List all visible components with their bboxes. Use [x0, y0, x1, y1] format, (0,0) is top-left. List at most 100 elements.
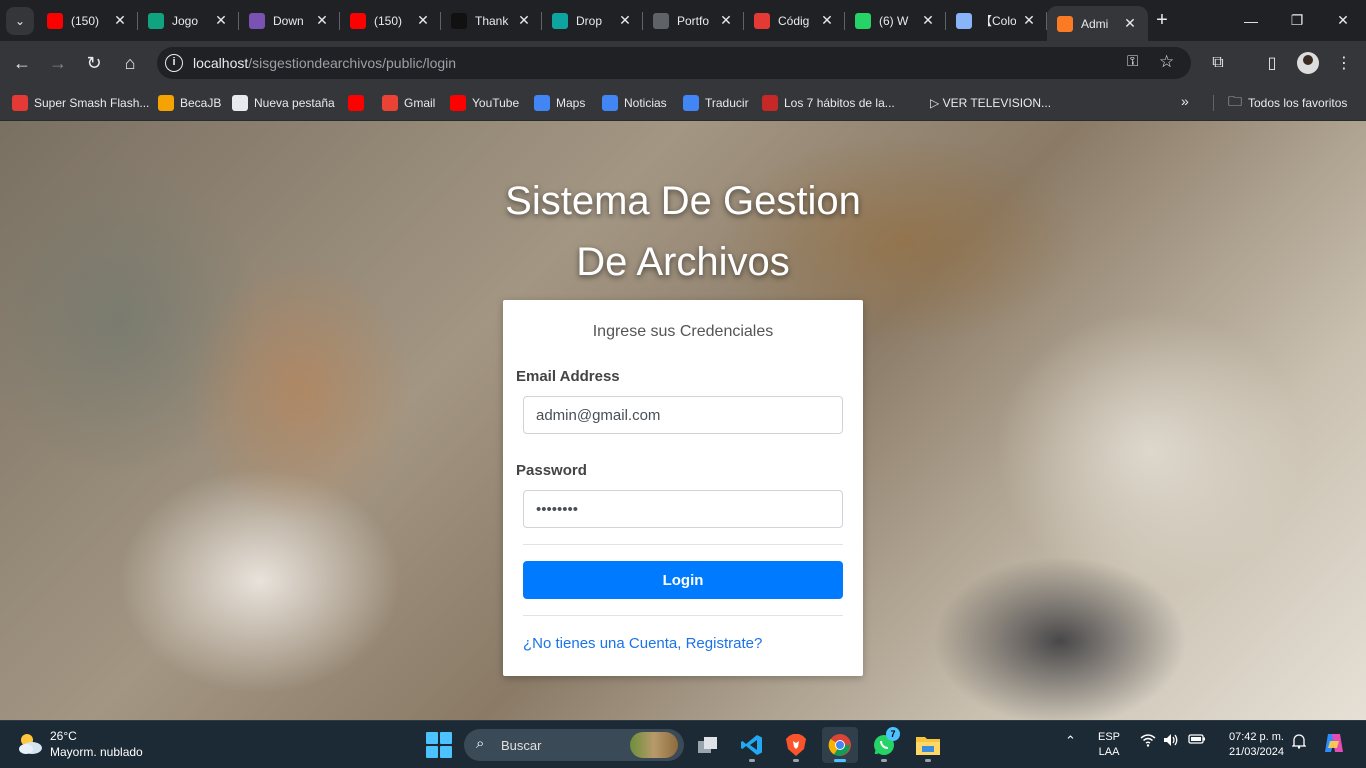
chrome-icon[interactable] [822, 727, 858, 763]
bookmark-item[interactable]: YouTube [450, 93, 519, 113]
menu-kebab-icon[interactable]: ⋮ [1330, 49, 1358, 77]
key-icon[interactable]: ⚿ [1127, 53, 1138, 70]
bookmark-item[interactable]: Noticias [602, 93, 667, 113]
password-field[interactable] [523, 490, 843, 528]
bookmark-item[interactable]: Nueva pestaña [232, 93, 335, 113]
taskbar-search[interactable]: ⌕ Buscar [464, 729, 684, 761]
browser-tab[interactable]: Thank ✕ [441, 0, 542, 41]
bookmark-item[interactable]: Super Smash Flash... [12, 93, 149, 113]
whatsapp-icon [855, 12, 871, 29]
whatsapp-icon[interactable]: 7 [866, 727, 902, 763]
email-field[interactable] [523, 396, 843, 434]
chatgpt-icon [148, 12, 164, 29]
tab-title: Drop [576, 13, 603, 28]
address-bar[interactable]: i localhost/sisgestiondearchivos/public/… [157, 47, 1191, 79]
weather-cloud-icon[interactable] [16, 731, 44, 757]
close-icon[interactable]: ✕ [516, 12, 532, 29]
browser-tab[interactable]: Drop ✕ [542, 0, 643, 41]
close-icon[interactable]: ✕ [112, 12, 128, 29]
language-indicator[interactable]: ESP LAA [1098, 730, 1120, 760]
site-info-icon[interactable]: i [165, 54, 183, 72]
register-link[interactable]: ¿No tienes una Cuenta, Registrate? [523, 635, 762, 652]
login-button[interactable]: Login [523, 561, 843, 599]
side-panel-icon[interactable]: ▯ [1258, 49, 1286, 77]
search-icon: ⌕ [476, 735, 485, 752]
weather-temperature[interactable]: 26°C [50, 729, 77, 743]
bookmark-item[interactable]: Traducir [683, 93, 749, 113]
browser-tab[interactable]: Jogo ✕ [138, 0, 239, 41]
browser-tab[interactable]: Portfo ✕ [643, 0, 744, 41]
close-icon[interactable]: ✕ [314, 12, 330, 29]
vscode-icon[interactable] [734, 727, 770, 763]
clock-time: 07:42 p. m. [1228, 731, 1284, 743]
weather-description[interactable]: Mayorm. nublado [50, 745, 143, 759]
bookmark-label: Los 7 hábitos de la... [784, 96, 895, 110]
bookmark-item[interactable]: Maps [534, 93, 585, 113]
youtube-icon [47, 12, 63, 29]
bookmark-label: Traducir [705, 96, 749, 110]
show-hidden-icons[interactable]: ⌃ [1065, 733, 1076, 749]
page-title-line1: Sistema De Gestion [505, 179, 861, 223]
bookmark-item[interactable]: Gmail [382, 93, 435, 113]
copilot-icon[interactable] [1322, 731, 1346, 758]
all-bookmarks-label: Todos los favoritos [1248, 96, 1348, 110]
bookmark-label: ▷ VER TELEVISION... [930, 96, 1052, 110]
tab-title: Admi [1081, 16, 1109, 31]
close-icon[interactable]: ✕ [213, 12, 229, 29]
browser-tab[interactable]: 【Colo ✕ [946, 0, 1047, 41]
reload-button[interactable]: ↻ [80, 49, 108, 77]
becajb-icon [158, 95, 174, 111]
url-text[interactable]: localhost/sisgestiondearchivos/public/lo… [193, 55, 456, 71]
record-icon [754, 12, 770, 29]
close-icon[interactable]: ✕ [920, 12, 936, 29]
close-icon[interactable]: ✕ [617, 12, 633, 29]
battery-icon[interactable] [1188, 733, 1206, 748]
bookmark-label: Super Smash Flash... [34, 96, 150, 110]
wifi-icon[interactable] [1140, 733, 1156, 750]
bookmark-label: Gmail [404, 96, 436, 110]
browser-toolbar: ← → ↻ ⌂ i localhost/sisgestiondearchivos… [0, 41, 1366, 85]
home-button[interactable]: ⌂ [116, 49, 144, 77]
browser-tab[interactable]: Admi ✕ [1047, 6, 1148, 41]
profile-avatar[interactable] [1297, 52, 1319, 74]
browser-tab[interactable]: Down ✕ [239, 0, 340, 41]
close-icon[interactable]: ✕ [718, 12, 734, 29]
back-button[interactable]: ← [8, 49, 36, 77]
youtube-icon [348, 95, 364, 111]
close-window-button[interactable]: ✕ [1320, 0, 1366, 41]
bookmark-item[interactable] [348, 93, 370, 113]
minimize-button[interactable]: — [1228, 0, 1274, 41]
bookmarks-overflow-icon[interactable]: » [1181, 93, 1189, 109]
bookmark-label: YouTube [472, 96, 520, 110]
browser-tab[interactable]: (6) W ✕ [845, 0, 946, 41]
browser-tab[interactable]: (150) ✕ [37, 0, 138, 41]
close-icon[interactable]: ✕ [819, 12, 835, 29]
tab-title: Jogo [172, 13, 199, 28]
windows-start-icon[interactable] [426, 732, 452, 758]
volume-icon[interactable] [1163, 733, 1179, 750]
youtube-icon [350, 12, 366, 29]
bookmark-item[interactable]: Los 7 hábitos de la... [762, 93, 895, 113]
bookmark-item[interactable]: ▷ VER TELEVISION... [930, 93, 1051, 113]
bookmark-item[interactable]: BecaJB [158, 93, 221, 113]
bookmark-star-icon[interactable]: ☆ [1159, 52, 1174, 72]
forward-button[interactable]: → [44, 49, 72, 77]
close-icon[interactable]: ✕ [1122, 15, 1138, 32]
all-bookmarks-folder[interactable]: 🗀 Todos los favoritos [1228, 93, 1347, 113]
task-view-icon[interactable] [690, 727, 726, 763]
close-icon[interactable]: ✕ [1021, 12, 1037, 29]
close-icon[interactable]: ✕ [415, 12, 431, 29]
notification-bell-icon[interactable] [1291, 733, 1307, 752]
system-clock[interactable]: 07:42 p. m. 21/03/2024 [1218, 730, 1284, 760]
extensions-icon[interactable]: ⧉ [1204, 49, 1232, 77]
tab-search-button[interactable]: ⌄ [6, 7, 34, 35]
tab-strip: ⌄ (150) ✕ Jogo ✕ Down ✕ (150) ✕ Thank ✕ Drop ✕ Portf… [0, 0, 1366, 41]
tab-list: (150) ✕ Jogo ✕ Down ✕ (150) ✕ Thank ✕ Drop ✕ Portfo ✕… [37, 0, 1148, 41]
brave-browser-icon[interactable] [778, 727, 814, 763]
file-explorer-icon[interactable] [910, 727, 946, 763]
restore-button[interactable]: ❐ [1274, 0, 1320, 41]
browser-tab[interactable]: (150) ✕ [340, 0, 441, 41]
new-tab-button[interactable]: + [1150, 8, 1174, 32]
divider [523, 544, 843, 545]
browser-tab[interactable]: Códig ✕ [744, 0, 845, 41]
